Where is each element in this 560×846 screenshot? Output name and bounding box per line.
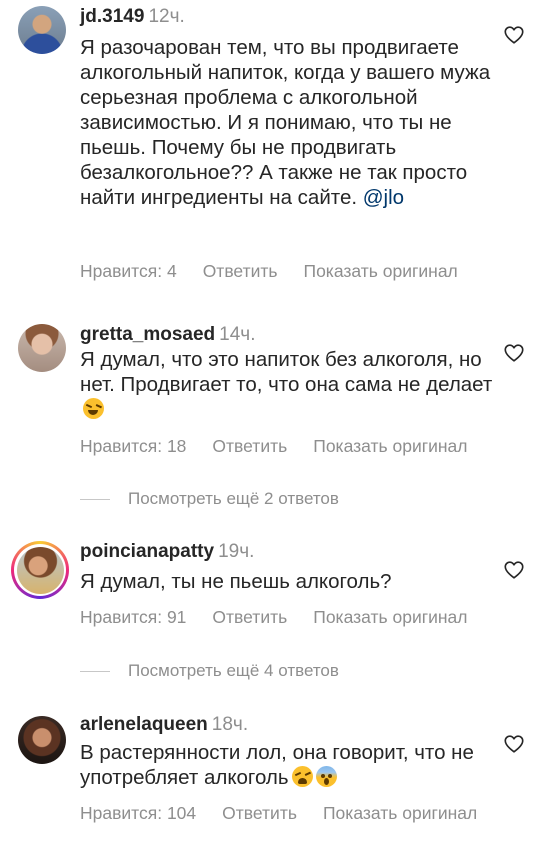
avatar[interactable] (18, 324, 66, 372)
username[interactable]: arlenelaqueen (80, 714, 208, 735)
heart-icon[interactable] (503, 559, 525, 581)
reply-button[interactable]: Ответить (203, 261, 278, 281)
view-more-replies-button[interactable]: Посмотреть ещё 2 ответов (80, 488, 339, 510)
timestamp: 19ч. (218, 541, 255, 562)
view-more-replies-label: Посмотреть ещё 4 ответов (128, 661, 339, 680)
comment-header: jd.3149 12ч. (80, 6, 185, 28)
avatar[interactable] (18, 6, 66, 54)
comment-body: В растерянности лол, она говорит, что не… (80, 741, 474, 789)
heart-icon[interactable] (503, 342, 525, 364)
face-screaming-in-fear-icon (315, 766, 337, 787)
comment-text: Я думал, что это напиток без алкоголя, н… (80, 347, 500, 422)
grinning-squinting-face-icon (83, 398, 104, 419)
heart-icon[interactable] (503, 24, 525, 46)
timestamp: 12ч. (148, 6, 185, 27)
comment-body: Я разочарован тем, что вы продвигаете ал… (80, 36, 491, 209)
likes-count[interactable]: Нравится: 4 (80, 261, 177, 281)
avatar[interactable] (18, 716, 66, 764)
comment-actions: Нравится: 18 Ответить Показать оригинал (80, 436, 494, 456)
view-more-replies-button[interactable]: Посмотреть ещё 4 ответов (80, 660, 339, 682)
comment-actions: Нравится: 4 Ответить Показать оригинал (80, 261, 484, 281)
avatar[interactable] (11, 541, 69, 599)
reply-button[interactable]: Ответить (212, 436, 287, 456)
divider-line (80, 670, 110, 672)
reply-button[interactable]: Ответить (212, 607, 287, 627)
show-original-button[interactable]: Показать оригинал (323, 803, 477, 823)
reply-button[interactable]: Ответить (222, 803, 297, 823)
comment-body: Я думал, что это напиток без алкоголя, н… (80, 348, 493, 396)
timestamp: 14ч. (219, 324, 256, 345)
comment-header: arlenelaqueen 18ч. (80, 714, 248, 736)
heart-icon[interactable] (503, 733, 525, 755)
avatar-ring (14, 544, 66, 596)
view-more-replies-label: Посмотреть ещё 2 ответов (128, 489, 339, 508)
mention-link[interactable]: @jlo (363, 186, 404, 209)
username[interactable]: gretta_mosaed (80, 324, 215, 345)
comment-text: В растерянности лол, она говорит, что не… (80, 740, 500, 790)
avatar-image (16, 546, 64, 594)
show-original-button[interactable]: Показать оригинал (313, 436, 467, 456)
comment-actions: Нравится: 91 Ответить Показать оригинал (80, 607, 494, 627)
divider-line (80, 498, 110, 500)
show-original-button[interactable]: Показать оригинал (304, 261, 458, 281)
comment-header: poincianapatty 19ч. (80, 541, 254, 563)
likes-count[interactable]: Нравится: 91 (80, 607, 186, 627)
username[interactable]: jd.3149 (80, 6, 144, 27)
likes-count[interactable]: Нравится: 18 (80, 436, 186, 456)
comment-actions: Нравится: 104 Ответить Показать оригинал (80, 803, 503, 823)
likes-count[interactable]: Нравится: 104 (80, 803, 196, 823)
username[interactable]: poincianapatty (80, 541, 214, 562)
comment-text: Я думал, ты не пьешь алкоголь? (80, 569, 500, 594)
timestamp: 18ч. (211, 714, 249, 735)
comment-body: Я думал, ты не пьешь алкоголь? (80, 570, 392, 593)
show-original-button[interactable]: Показать оригинал (313, 607, 467, 627)
tired-face-icon (291, 766, 313, 787)
comment-header: gretta_mosaed 14ч. (80, 324, 255, 346)
comment-text: Я разочарован тем, что вы продвигаете ал… (80, 35, 500, 210)
